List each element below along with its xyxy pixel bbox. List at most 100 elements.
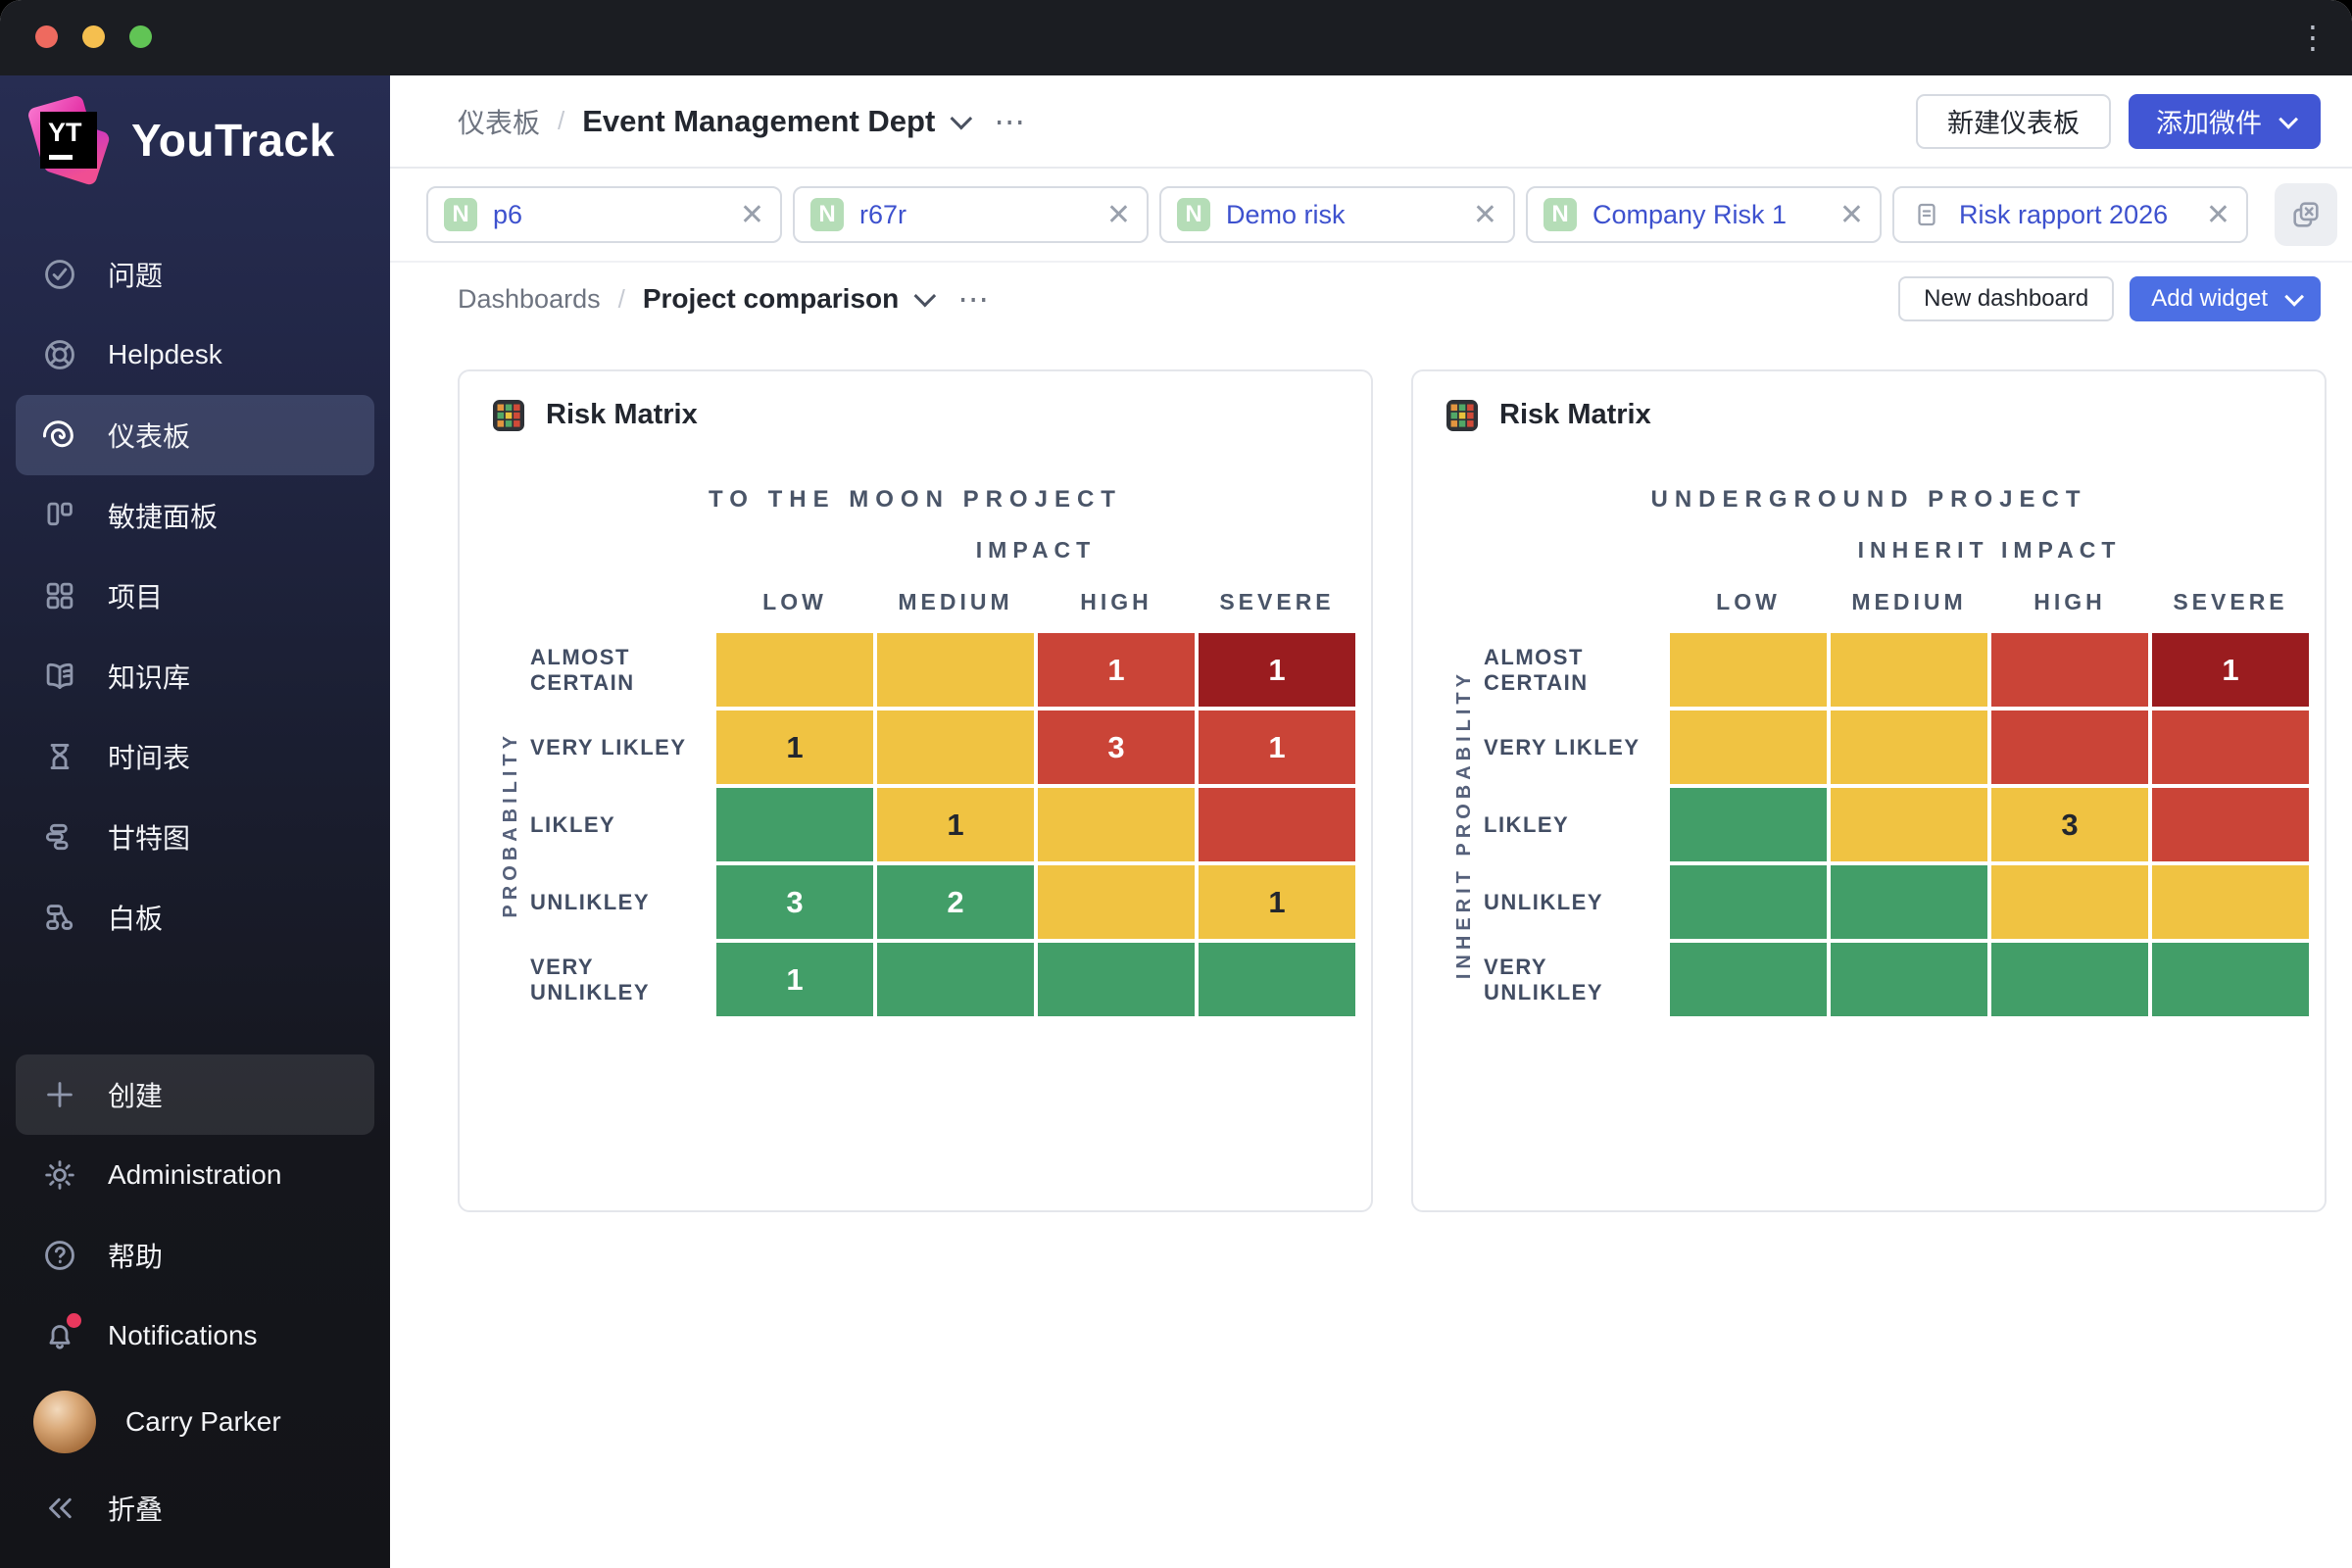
matrix-cell-red: [1991, 633, 2148, 707]
row-label: VERY LIKLEY: [1484, 734, 1641, 760]
app-title: YouTrack: [131, 115, 335, 166]
sidebar-item-projects[interactable]: 项目: [16, 556, 374, 636]
zoom-button[interactable]: [129, 25, 152, 48]
risk-matrix-icon: [493, 399, 524, 431]
filter-tab-risk-rapport-2026[interactable]: Risk rapport 2026 ✕: [1892, 186, 2248, 243]
knowledge-base-icon: [41, 658, 78, 695]
widget-risk-matrix-2: Risk Matrix UNDERGROUND PROJECT INHERIT IM…: [1411, 369, 2327, 1212]
sidebar-item-user-profile[interactable]: Carry Parker: [16, 1376, 374, 1468]
close-icon[interactable]: ✕: [1830, 198, 1864, 232]
matrix-cell-yellow: [716, 633, 873, 707]
matrix-project-subtitle: UNDERGROUND PROJECT: [1650, 486, 2087, 513]
sidebar-item-help[interactable]: 帮助: [16, 1215, 374, 1296]
document-icon: [1910, 198, 1943, 231]
sidebar-item-label: 创建: [108, 1081, 164, 1111]
matrix-cell-yellow: [1831, 788, 1987, 861]
sidebar-item-label: 折叠: [108, 1494, 164, 1525]
sidebar-item-timesheets[interactable]: 时间表: [16, 716, 374, 797]
page-title[interactable]: Event Management Dept: [582, 104, 935, 139]
sidebar-item-collapse[interactable]: 折叠: [16, 1468, 374, 1548]
more-options-icon[interactable]: ⋯: [994, 103, 1027, 140]
project-letter-badge: N: [1177, 198, 1210, 231]
youtrack-logo-icon: YT: [26, 94, 112, 187]
close-icon[interactable]: ✕: [1097, 198, 1131, 232]
minimize-button[interactable]: [82, 25, 105, 48]
filter-tab-p6[interactable]: Np6 ✕: [426, 186, 782, 243]
column-header-severe: SEVERE: [2173, 589, 2288, 614]
impact-axis-label: INHERIT IMPACT: [1857, 537, 2122, 563]
matrix-project-subtitle: TO THE MOON PROJECT: [709, 486, 1122, 513]
filter-tab-demo-risk[interactable]: N Demo risk ✕: [1159, 186, 1515, 243]
row-label: ALMOST CERTAIN: [1484, 645, 1589, 695]
close-icon[interactable]: ✕: [2196, 198, 2230, 232]
window-titlebar: ⋮: [0, 0, 2352, 75]
sidebar-footer: 创建 Administration 帮助 Notifications Carry Par…: [0, 1054, 390, 1548]
sidebar-item-create[interactable]: 创建: [16, 1054, 374, 1135]
chevron-down-icon: [2284, 286, 2305, 307]
add-widget-button[interactable]: Add widget: [2130, 276, 2321, 321]
help-icon: [41, 1237, 78, 1274]
sidebar-item-label: 敏捷面板: [108, 502, 219, 532]
chevron-down-icon: [2278, 109, 2299, 129]
breadcrumb-dashboards[interactable]: Dashboards: [458, 284, 601, 315]
sidebar-item-label: Notifications: [108, 1320, 258, 1350]
matrix-cell-yellow: [1038, 788, 1195, 861]
chevron-down-icon[interactable]: [913, 284, 937, 308]
gantt-icon: [41, 818, 78, 856]
close-button[interactable]: [35, 25, 58, 48]
sidebar-item-helpdesk[interactable]: Helpdesk: [16, 315, 374, 395]
window-menu-icon[interactable]: ⋮: [2295, 16, 2330, 59]
app-logo[interactable]: YT YouTrack: [0, 75, 390, 187]
sidebar-item-issues[interactable]: 问题: [16, 234, 374, 315]
sidebar-item-dashboards[interactable]: 仪表板: [16, 395, 374, 475]
add-widget-button-cn[interactable]: 添加微件: [2129, 93, 2321, 149]
matrix-cell-green: [1831, 865, 1987, 939]
row-label: UNLIKLEY: [530, 889, 650, 914]
probability-axis-label: PROBABILITY: [499, 731, 521, 918]
sidebar-item-administration[interactable]: Administration: [16, 1135, 374, 1215]
close-all-tabs-button[interactable]: [2275, 183, 2337, 246]
filter-tab-company-risk-1[interactable]: N Company Risk 1 ✕: [1526, 186, 1882, 243]
dashboard-name[interactable]: Project comparison: [643, 283, 899, 315]
matrix-cell-yellow: [877, 633, 1034, 707]
sidebar-item-label: 甘特图: [108, 823, 191, 854]
sidebar: YT YouTrack 问题 Helpdesk 仪表板敏捷面板项目 知识库 时间表甘特图…: [0, 75, 390, 1568]
filter-tab-r67r[interactable]: Nr67r ✕: [793, 186, 1149, 243]
more-options-icon[interactable]: ⋯: [957, 280, 991, 318]
filter-tab-label: r67r: [859, 199, 907, 229]
sidebar-item-notifications[interactable]: Notifications: [16, 1296, 374, 1376]
sidebar-item-gantt-charts[interactable]: 甘特图: [16, 797, 374, 877]
matrix-cell-green: [1670, 943, 1827, 1016]
new-dashboard-button[interactable]: New dashboard: [1898, 276, 2115, 321]
row-label: ALMOST CERTAIN: [530, 645, 635, 695]
app-window: ⋮ YT YouTrack 问题 Helpdesk 仪表板敏捷面板项目 知识库 时间表甘…: [0, 0, 2352, 1568]
column-header-medium: MEDIUM: [1851, 589, 1967, 614]
matrix-cell-red: 3: [1038, 710, 1195, 784]
sidebar-item-whiteboards[interactable]: 白板: [16, 877, 374, 957]
project-filter-tabs: Np6 ✕ Nr67r ✕ N Demo risk ✕ N Company Risk 1 ✕ Ris…: [390, 169, 2352, 263]
sidebar-item-knowledge-base[interactable]: 知识库: [16, 636, 374, 716]
breadcrumb-root[interactable]: 仪表板: [458, 102, 540, 141]
check-circle-icon: [41, 256, 78, 293]
widget-risk-matrix-1: Risk Matrix TO THE MOON PROJECT IMPACT LOW M…: [458, 369, 1373, 1212]
matrix-cell-yellow: 1: [1199, 865, 1355, 939]
close-icon[interactable]: ✕: [730, 198, 764, 232]
sidebar-item-agile-boards[interactable]: 敏捷面板: [16, 475, 374, 556]
column-header-low: LOW: [762, 589, 827, 614]
column-header-severe: SEVERE: [1219, 589, 1335, 614]
chevron-down-icon[interactable]: [950, 107, 973, 129]
matrix-cell-yellow: [1670, 633, 1827, 707]
matrix-cell-yellow: [1670, 710, 1827, 784]
matrix-cell-green: [1199, 943, 1355, 1016]
close-icon[interactable]: ✕: [1463, 198, 1497, 232]
matrix-cell-green: [2152, 943, 2309, 1016]
sidebar-item-label: 仪表板: [108, 421, 191, 452]
new-dashboard-button-cn[interactable]: 新建仪表板: [1916, 93, 2111, 149]
sidebar-item-label: 问题: [108, 261, 164, 291]
matrix-cell-green: [1831, 943, 1987, 1016]
matrix-cell-darkred: 1: [1199, 633, 1355, 707]
breadcrumb-separator: /: [558, 106, 565, 135]
project-letter-badge: N: [1544, 198, 1577, 231]
matrix-cell-yellow: [1991, 865, 2148, 939]
risk-matrix-icon: [1446, 399, 1478, 431]
